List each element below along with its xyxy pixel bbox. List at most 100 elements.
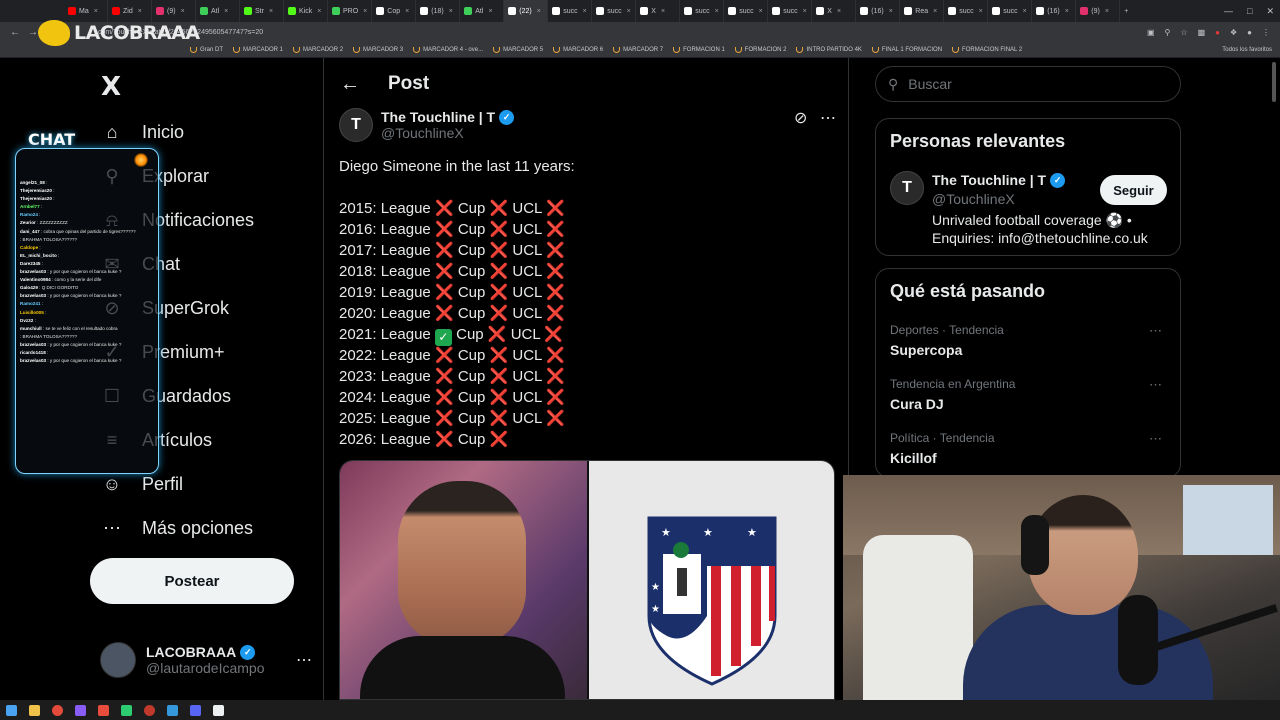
browser-tab[interactable]: succ ×	[592, 0, 637, 22]
trend-item[interactable]: Tendencia en Argentina Cura DJ ⋯	[890, 377, 1170, 412]
tab-close-icon[interactable]: ×	[1065, 8, 1069, 15]
bookmark-item[interactable]: MARCADOR 6	[553, 46, 603, 53]
atletico-crest-image[interactable]: ★ ★ ★ ★ ★	[589, 461, 834, 699]
bookmark-item[interactable]: MARCADOR 1	[233, 46, 283, 53]
tab-close-icon[interactable]: ×	[933, 8, 937, 15]
x-logo-icon[interactable]: X	[101, 72, 121, 102]
relevant-avatar[interactable]: T	[890, 171, 924, 205]
bookmark-item[interactable]: FINAL 1 FORMACION	[871, 46, 942, 53]
browser-tab[interactable]: Zid ×	[108, 0, 152, 22]
app-icon[interactable]	[213, 704, 224, 716]
bookmark-item[interactable]: FORMACION FINAL 2	[952, 46, 1022, 53]
cast-icon[interactable]: ▣	[1147, 28, 1155, 37]
search-box[interactable]: ⚲	[875, 66, 1181, 102]
browser-tab[interactable]: Kick ×	[284, 0, 328, 22]
star-icon[interactable]: ☆	[1180, 28, 1187, 37]
tab-close-icon[interactable]: ×	[449, 8, 453, 15]
trend-more-icon[interactable]: ⋯	[1149, 323, 1162, 339]
trend-item[interactable]: Deportes · Tendencia Supercopa ⋯	[890, 323, 1170, 358]
tab-close-icon[interactable]: ×	[803, 8, 807, 15]
browser-tab[interactable]: X ×	[812, 0, 857, 22]
maximize-icon[interactable]: □	[1247, 6, 1252, 16]
follow-button[interactable]: Seguir	[1100, 175, 1167, 205]
minimize-icon[interactable]: —	[1224, 6, 1233, 16]
tab-close-icon[interactable]: ×	[1105, 8, 1109, 15]
app-icon[interactable]	[144, 704, 155, 716]
browser-tab[interactable]: succ ×	[680, 0, 725, 22]
account-more-icon[interactable]: ⋯	[296, 650, 312, 670]
tab-close-icon[interactable]: ×	[583, 8, 587, 15]
chrome-icon[interactable]	[52, 704, 63, 716]
app-icon[interactable]	[121, 704, 132, 716]
page-scrollbar[interactable]	[1272, 62, 1276, 102]
tab-close-icon[interactable]: ×	[1023, 8, 1027, 15]
author-handle[interactable]: @TouchlineX	[381, 125, 514, 141]
browser-tab[interactable]: succ ×	[724, 0, 769, 22]
app-icon[interactable]	[167, 704, 178, 716]
tab-close-icon[interactable]: ×	[759, 8, 763, 15]
tweet-media[interactable]: ★ ★ ★ ★ ★	[339, 460, 835, 700]
app-icon[interactable]	[98, 704, 109, 716]
back-arrow-icon[interactable]: ←	[340, 73, 368, 96]
browser-tab[interactable]: Cop ×	[372, 0, 417, 22]
account-switcher[interactable]: LACOBRAAA ✓ @lautarodeIcampo ⋯	[100, 642, 312, 678]
nav-item-m-s-opciones[interactable]: ⋯ Más opciones	[100, 516, 253, 540]
bookmark-item[interactable]: MARCADOR 7	[613, 46, 663, 53]
browser-tab[interactable]: Ma ×	[64, 0, 108, 22]
discord-icon[interactable]	[190, 704, 201, 716]
tab-close-icon[interactable]: ×	[537, 8, 541, 15]
trend-more-icon[interactable]: ⋯	[1149, 431, 1162, 447]
more-icon[interactable]: ⋯	[820, 108, 836, 128]
bookmark-item[interactable]: MARCADOR 2	[293, 46, 343, 53]
new-tab-icon[interactable]: +	[1120, 0, 1164, 22]
folder-icon[interactable]	[29, 704, 40, 716]
puzzle-icon[interactable]: ❖	[1230, 28, 1237, 37]
bookmark-item[interactable]: MARCADOR 5	[493, 46, 543, 53]
record-icon[interactable]: ●	[1215, 28, 1220, 37]
close-window-icon[interactable]: ✕	[1266, 6, 1274, 17]
bookmark-item[interactable]: INTRO PARTIDO 4K	[796, 46, 862, 53]
bookmark-item[interactable]: Gran DT	[190, 46, 223, 53]
tab-close-icon[interactable]: ×	[488, 8, 492, 15]
browser-tab[interactable]: (16) ×	[1032, 0, 1077, 22]
grok-icon[interactable]: ⊘	[794, 108, 807, 128]
author-avatar[interactable]: T	[339, 108, 373, 142]
search-input[interactable]	[908, 76, 1149, 92]
tab-close-icon[interactable]: ×	[138, 8, 142, 15]
bookmark-item[interactable]: FORMACION 2	[734, 46, 786, 53]
simeone-photo[interactable]	[340, 461, 587, 699]
browser-tab[interactable]: Atl ×	[460, 0, 505, 22]
browser-tab[interactable]: (22) ×	[504, 0, 549, 22]
app-icon[interactable]	[75, 704, 86, 716]
tab-close-icon[interactable]: ×	[715, 8, 719, 15]
tab-close-icon[interactable]: ×	[405, 8, 409, 15]
browser-tab[interactable]: (16) ×	[856, 0, 901, 22]
zoom-icon[interactable]: ⚲	[1165, 28, 1171, 37]
kebab-menu-icon[interactable]: ⋮	[1262, 28, 1270, 37]
tab-close-icon[interactable]: ×	[837, 8, 841, 15]
start-icon[interactable]	[6, 704, 17, 716]
relevant-name[interactable]: The Touchline | T	[932, 172, 1046, 188]
extension-icon[interactable]: ▩	[1198, 28, 1206, 37]
all-bookmarks-link[interactable]: Todos los favoritos	[1222, 47, 1272, 53]
browser-tab[interactable]: X ×	[636, 0, 681, 22]
tab-close-icon[interactable]: ×	[94, 8, 98, 15]
back-icon[interactable]: ←	[6, 27, 24, 38]
bookmark-item[interactable]: FORMACION 1	[673, 46, 725, 53]
browser-tab[interactable]: succ ×	[548, 0, 593, 22]
nav-item-perfil[interactable]: ☺ Perfil	[100, 472, 183, 496]
url-field[interactable]: .com/TouchlineX/status/20456232495605477…	[96, 29, 1147, 36]
tab-close-icon[interactable]: ×	[661, 8, 665, 15]
browser-tab[interactable]: Atl ×	[196, 0, 240, 22]
tab-close-icon[interactable]: ×	[627, 8, 631, 15]
browser-tab[interactable]: (9) ×	[1076, 0, 1121, 22]
bookmark-item[interactable]: MARCADOR 4 - ove...	[413, 46, 483, 53]
browser-tab[interactable]: PRO ×	[328, 0, 373, 22]
browser-tab[interactable]: (9) ×	[152, 0, 196, 22]
author-name[interactable]: The Touchline | T	[381, 109, 495, 125]
tab-close-icon[interactable]: ×	[979, 8, 983, 15]
tab-close-icon[interactable]: ×	[181, 8, 185, 15]
tab-close-icon[interactable]: ×	[889, 8, 893, 15]
browser-tab[interactable]: succ ×	[988, 0, 1033, 22]
trend-item[interactable]: Política · Tendencia Kicillof ⋯	[890, 431, 1170, 466]
